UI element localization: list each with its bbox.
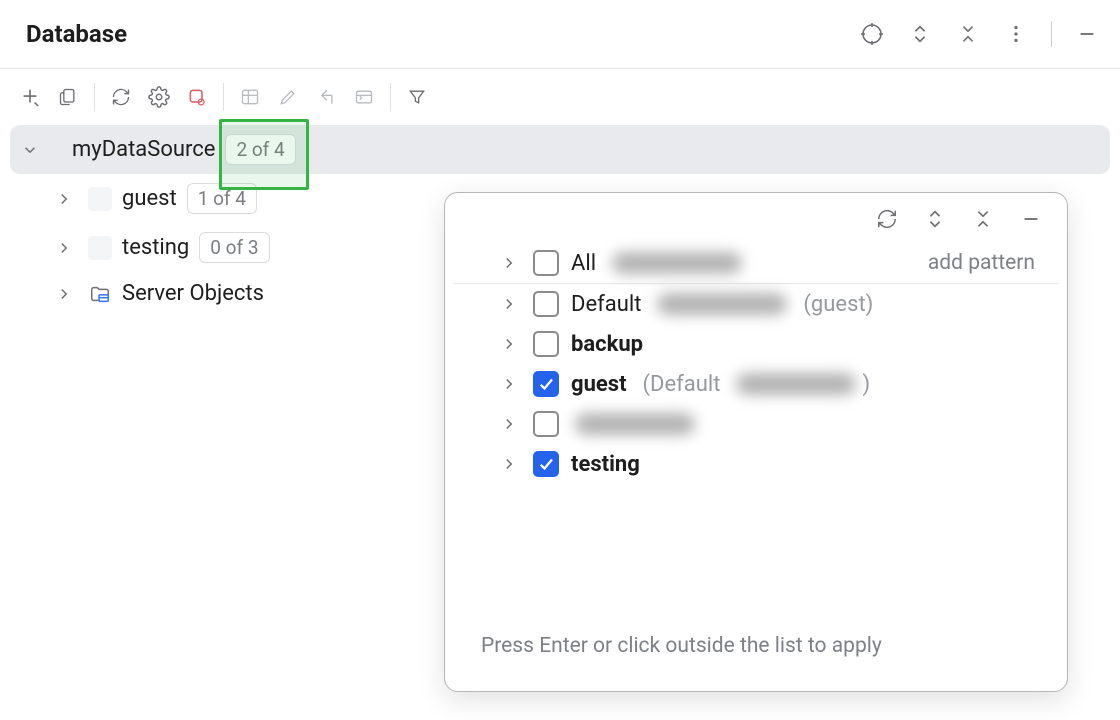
chevron-right-icon[interactable] [497, 332, 521, 356]
database-icon [88, 187, 112, 211]
option-label: guest [571, 372, 627, 397]
grid-icon[interactable] [238, 85, 262, 109]
add-icon[interactable] [18, 85, 42, 109]
collapse-vertical-icon[interactable] [955, 21, 981, 47]
server-objects-label: Server Objects [122, 281, 264, 306]
database-icon [88, 236, 112, 260]
chevron-right-icon[interactable] [497, 372, 521, 396]
option-suffix-close: ) [862, 372, 870, 397]
schema-option-default[interactable]: Default (guest) [453, 284, 1059, 324]
expand-vertical-icon[interactable] [907, 21, 933, 47]
database-name: testing [122, 235, 189, 260]
checkbox[interactable] [533, 331, 559, 357]
add-pattern-link[interactable]: add pattern [928, 251, 1035, 275]
gear-icon[interactable] [147, 85, 171, 109]
copy-icon[interactable] [56, 85, 80, 109]
chevron-right-icon[interactable] [497, 292, 521, 316]
separator [94, 83, 95, 111]
datasource-name: myDataSource [72, 137, 215, 162]
datasource-row[interactable]: myDataSource 2 of 4 [10, 125, 1110, 174]
jump-icon[interactable] [314, 85, 338, 109]
schema-option[interactable] [453, 404, 1059, 444]
target-icon[interactable] [859, 21, 885, 47]
checkbox-checked[interactable] [533, 371, 559, 397]
chevron-right-icon[interactable] [52, 282, 76, 306]
separator [390, 83, 391, 111]
redacted-text [612, 252, 742, 274]
collapse-vertical-icon[interactable] [971, 207, 995, 231]
chevron-right-icon[interactable] [52, 187, 76, 211]
highlight-annotation [219, 119, 308, 190]
redacted-text [736, 373, 856, 395]
refresh-icon[interactable] [875, 207, 899, 231]
database-name: guest [122, 186, 177, 211]
option-label: All [571, 251, 596, 276]
kebab-menu-icon[interactable] [1003, 21, 1029, 47]
checkbox[interactable] [533, 250, 559, 276]
separator [1051, 21, 1052, 47]
folder-icon [88, 282, 112, 306]
schema-selector-popup: All add pattern Default (guest) backup [444, 192, 1068, 692]
filter-icon[interactable] [405, 85, 429, 109]
toolbar [0, 69, 1120, 125]
edit-icon[interactable] [276, 85, 300, 109]
option-suffix: (guest) [803, 292, 873, 317]
option-label: testing [571, 452, 640, 477]
redacted-text [575, 413, 695, 435]
redacted-text [657, 293, 787, 315]
option-suffix: (Default [643, 372, 721, 397]
checkbox[interactable] [533, 291, 559, 317]
popup-hint: Press Enter or click outside the list to… [445, 610, 1067, 691]
separator [223, 83, 224, 111]
schema-option[interactable]: testing [453, 444, 1059, 484]
checkbox[interactable] [533, 411, 559, 437]
checkbox-checked[interactable] [533, 451, 559, 477]
datasource-count-badge[interactable]: 2 of 4 [225, 134, 295, 165]
chevron-right-icon[interactable] [497, 412, 521, 436]
chevron-right-icon[interactable] [52, 236, 76, 260]
chevron-down-icon[interactable] [18, 138, 42, 162]
option-label: backup [571, 332, 643, 357]
expand-vertical-icon[interactable] [923, 207, 947, 231]
stop-icon[interactable] [185, 85, 209, 109]
chevron-right-icon[interactable] [497, 452, 521, 476]
minimize-icon[interactable] [1019, 207, 1043, 231]
chevron-right-icon[interactable] [497, 251, 521, 275]
refresh-icon[interactable] [109, 85, 133, 109]
schema-option-all[interactable]: All add pattern [453, 243, 1059, 284]
schema-option[interactable]: guest (Default ) [453, 364, 1059, 404]
console-icon[interactable] [352, 85, 376, 109]
schema-option[interactable]: backup [453, 324, 1059, 364]
schema-count-badge[interactable]: 0 of 3 [199, 232, 269, 263]
option-label: Default [571, 292, 641, 317]
minimize-icon[interactable] [1074, 21, 1100, 47]
panel-title: Database [26, 20, 127, 48]
